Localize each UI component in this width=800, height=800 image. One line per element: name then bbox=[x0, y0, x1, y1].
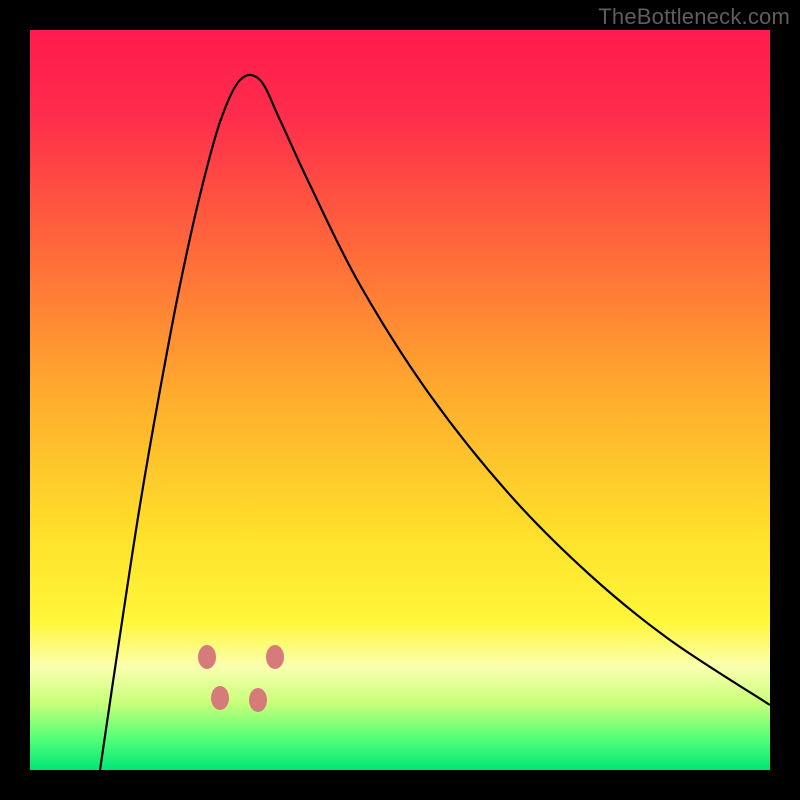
curve-bead bbox=[198, 645, 216, 669]
curve-bead bbox=[266, 645, 284, 669]
bottleneck-curve bbox=[30, 30, 770, 770]
curve-beads bbox=[198, 645, 284, 712]
curve-path bbox=[100, 75, 770, 770]
plot-frame bbox=[30, 30, 770, 770]
watermark-text: TheBottleneck.com bbox=[598, 4, 790, 30]
curve-bead bbox=[249, 688, 267, 712]
curve-bead bbox=[211, 686, 229, 710]
